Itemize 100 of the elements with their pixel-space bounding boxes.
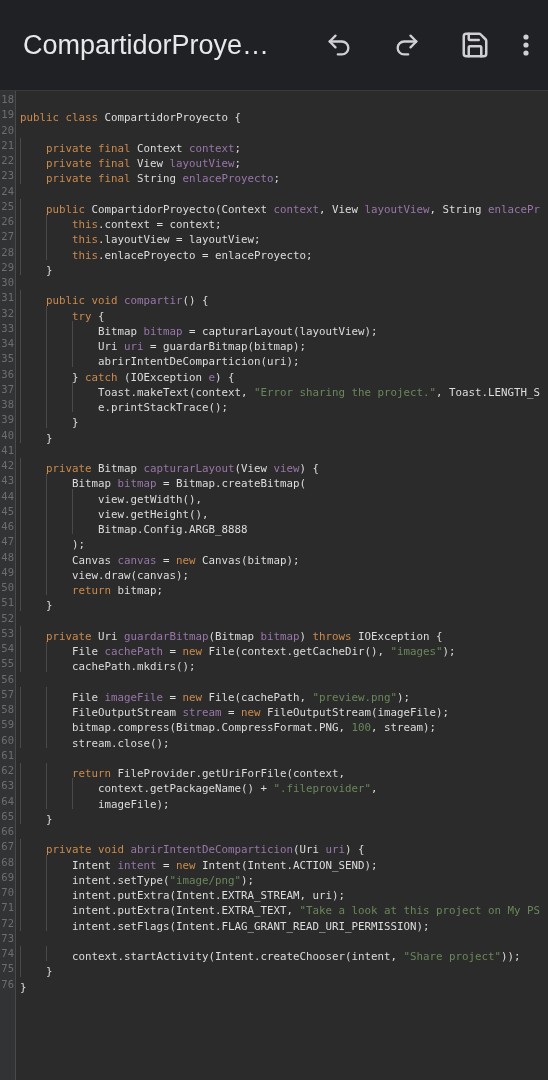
code-line: } [45, 598, 53, 614]
line-number: 23 [0, 168, 15, 184]
line-number: 30 [0, 275, 15, 290]
code-line: } [45, 811, 53, 827]
line-number: 62 [0, 763, 15, 778]
line-number: 18 [0, 92, 15, 107]
line-number: 74 [0, 946, 15, 961]
code-line: abrirIntentDeComparticion(uri); [97, 354, 300, 370]
line-number: 73 [0, 930, 15, 946]
code-line: } [71, 415, 79, 431]
line-number: 67 [0, 839, 15, 855]
code-line: File imageFile = new File(cachePath, "preview.png"); [71, 689, 411, 705]
line-number: 29 [0, 259, 15, 275]
line-number: 75 [0, 961, 15, 977]
line-number: 38 [0, 397, 15, 412]
line-number: 65 [0, 808, 15, 824]
line-number: 31 [0, 290, 15, 306]
line-number: 45 [0, 503, 15, 519]
line-number: 44 [0, 488, 15, 504]
code-line: } catch (IOException e) { [71, 369, 235, 385]
code-line: public void compartir() { [45, 293, 209, 309]
code-line: this.enlaceProyecto = enlaceProyecto; [71, 247, 313, 263]
save-icon [460, 30, 490, 60]
line-number: 51 [0, 595, 15, 611]
line-number: 20 [0, 122, 15, 138]
line-number: 56 [0, 671, 15, 687]
line-number: 70 [0, 885, 15, 900]
code-line: } [45, 430, 53, 446]
code-line: intent.putExtra(Intent.EXTRA_STREAM, uri); [71, 888, 345, 904]
line-number: 49 [0, 564, 15, 580]
code-line: imageFile); [97, 796, 170, 812]
line-number: 64 [0, 793, 15, 809]
code-line: private final Context context; [45, 140, 242, 156]
code-line: e.printStackTrace(); [97, 400, 228, 416]
line-number: 27 [0, 229, 15, 245]
code-line: } [20, 979, 27, 995]
code-line: public CompartidorProyecto(Context context, View layoutView, String enlacePr [45, 201, 541, 217]
line-number: 48 [0, 549, 15, 565]
line-number: 32 [0, 305, 15, 321]
line-number: 61 [0, 747, 15, 763]
code-line: context.getPackageName() + ".fileprovider", [97, 781, 378, 797]
more-icon [523, 34, 529, 56]
line-number: 19 [0, 107, 15, 123]
code-line: try { [71, 308, 105, 324]
line-number: 41 [0, 442, 15, 458]
line-number: 54 [0, 641, 15, 656]
line-number: 34 [0, 336, 15, 351]
code-line: private Uri guardarBitmap(Bitmap bitmap) throws IOException { [45, 628, 443, 644]
code-line: public class CompartidorProyecto { [20, 110, 242, 126]
code-line: Bitmap.Config.ARGB_8888 [97, 522, 248, 538]
code-line: File cachePath = new File(context.getCacheDir(), "images"); [71, 644, 456, 660]
line-number: 37 [0, 381, 15, 397]
code-line: intent.setType("image/png"); [71, 872, 255, 888]
line-number: 21 [0, 137, 15, 153]
line-number: 55 [0, 656, 15, 672]
code-line: private final String enlaceProyecto; [45, 171, 281, 187]
line-number: 58 [0, 702, 15, 717]
code-line: ); [71, 537, 85, 553]
code-line: } [45, 964, 53, 980]
code-line: } [45, 262, 53, 278]
line-number: 39 [0, 412, 15, 428]
line-number: 28 [0, 244, 15, 260]
line-number: 33 [0, 320, 15, 336]
code-line: intent.putExtra(Intent.EXTRA_TEXT, "Take a look at this project on My PS [71, 903, 541, 919]
code-line: this.layoutView = layoutView; [71, 232, 261, 248]
code-line: Bitmap bitmap = capturarLayout(layoutView); [97, 323, 378, 339]
line-number: 47 [0, 534, 15, 550]
line-number: 63 [0, 778, 15, 794]
code-line: Uri uri = guardarBitmap(bitmap); [97, 339, 307, 355]
line-number: 59 [0, 717, 15, 733]
line-number: 72 [0, 915, 15, 931]
code-line: private final View layoutView; [45, 156, 242, 172]
code-line: return FileProvider.getUriForFile(context, [71, 766, 346, 782]
code-line: stream.close(); [71, 735, 170, 751]
line-number: 76 [0, 976, 15, 992]
line-number: 50 [0, 580, 15, 595]
code-line: FileOutputStream stream = new FileOutputStream(imageFile); [71, 705, 450, 721]
code-line: intent.setFlags(Intent.FLAG_GRANT_READ_URI_PERMISSION); [71, 918, 430, 934]
code-line: context.startActivity(Intent.createChooser(intent, "Share project")); [71, 949, 521, 965]
code-line: this.context = context; [71, 217, 222, 233]
line-number: 24 [0, 183, 15, 199]
line-number: 53 [0, 625, 15, 641]
line-number: 66 [0, 824, 15, 839]
line-number: 60 [0, 732, 15, 748]
line-number: 52 [0, 610, 15, 626]
line-number: 40 [0, 427, 15, 443]
line-number: 26 [0, 214, 15, 229]
code-line: Toast.makeText(context, "Error sharing the project.", Toast.LENGTH_S [97, 384, 541, 400]
line-number: 42 [0, 458, 15, 473]
line-number: 57 [0, 686, 15, 702]
file-title: CompartidorProye… [23, 29, 271, 61]
line-number: 69 [0, 869, 15, 885]
line-number: 25 [0, 198, 15, 214]
code-line: cachePath.mkdirs(); [71, 659, 196, 675]
code-line: private void abrirIntentDeComparticion(Uri uri) { [45, 842, 365, 858]
code-line: Intent intent = new Intent(Intent.ACTION_SEND); [71, 857, 378, 873]
code-line: Bitmap bitmap = Bitmap.createBitmap( [71, 476, 307, 492]
line-number: 36 [0, 366, 15, 382]
code-line: private Bitmap capturarLayout(View view) { [45, 461, 320, 477]
line-number: 22 [0, 153, 15, 168]
